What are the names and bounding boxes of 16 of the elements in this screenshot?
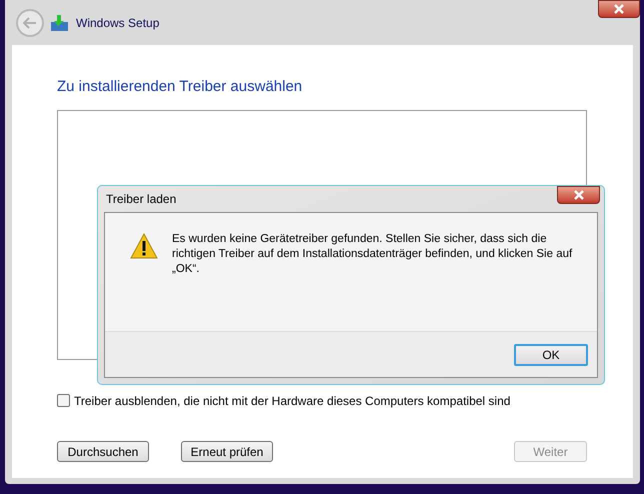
action-button[interactable]: Erneut prüfen: [181, 441, 273, 462]
checkbox[interactable]: [57, 394, 70, 407]
dialog-message: Es wurden keine Gerätetreiber gefunden. Stellen Sie sicher, dass sich die richtigen Treiber auf dem Installationsdatenträger befinden, und klicken Sie auf „OK“.: [172, 232, 574, 277]
close-button[interactable]: [598, 0, 640, 18]
window-title: Windows Setup: [76, 14, 160, 32]
dialog-title: Treiber laden: [106, 191, 176, 208]
close-button[interactable]: [557, 186, 600, 204]
page-heading: Zu installierenden Treiber auswählen: [57, 77, 304, 97]
setup-icon: [50, 14, 70, 32]
ok-button[interactable]: OK: [514, 344, 588, 366]
back-arrow-icon: [23, 16, 37, 28]
close-icon: [572, 190, 584, 200]
warning-icon: [130, 233, 158, 259]
close-icon: [613, 4, 625, 14]
checkbox-label: Treiber ausblenden, die nicht mit der Hardware dieses Computers kompatibel sind: [74, 392, 510, 410]
action-button[interactable]: Durchsuchen: [57, 441, 149, 462]
